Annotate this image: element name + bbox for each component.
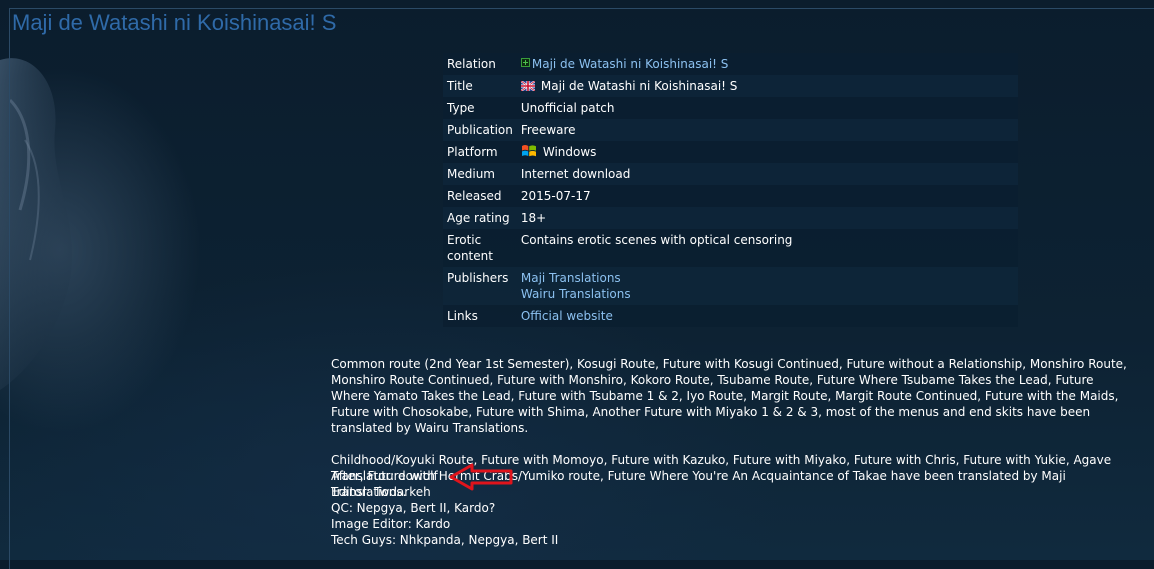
details-row-publication: Publication Freeware — [443, 119, 1018, 141]
publishers-label: Publishers — [443, 267, 517, 305]
erotic-label: Erotic content — [443, 229, 517, 267]
details-row-erotic: Erotic content Contains erotic scenes wi… — [443, 229, 1018, 267]
official-website-link[interactable]: Official website — [521, 309, 613, 323]
page-title: Maji de Watashi ni Koishinasai! S — [12, 10, 337, 35]
platform-value: Windows — [542, 145, 597, 159]
relation-label: Relation — [443, 53, 517, 75]
type-value: Unofficial patch — [516, 97, 1018, 119]
age-rating-value: 18+ — [516, 207, 1018, 229]
details-row-title: Title Maji de Watashi ni Koishinasai! S — [443, 75, 1018, 97]
title-value: Maji de Watashi ni Koishinasai! S — [540, 79, 738, 93]
release-details-table: Relation Maji de Watashi ni Koishinasai!… — [443, 53, 1018, 327]
released-label: Released — [443, 185, 517, 207]
red-arrow-icon — [449, 463, 513, 491]
title-label: Title — [443, 75, 517, 97]
credit-editor: Editor: Twdarkeh — [331, 485, 431, 499]
publication-value: Freeware — [516, 119, 1018, 141]
links-label: Links — [443, 305, 517, 327]
details-row-links: Links Official website — [443, 305, 1018, 327]
details-row-released: Released 2015-07-17 — [443, 185, 1018, 207]
windows-icon — [521, 145, 536, 157]
relation-link[interactable]: Maji de Watashi ni Koishinasai! S — [532, 57, 729, 71]
details-row-medium: Medium Internet download — [443, 163, 1018, 185]
uk-flag-icon — [520, 81, 535, 91]
credit-translator: Translator: dowolf — [331, 469, 438, 483]
plus-icon[interactable] — [520, 58, 530, 67]
publisher-link-wairu[interactable]: Wairu Translations — [521, 287, 631, 301]
medium-label: Medium — [443, 163, 517, 185]
publication-label: Publication — [443, 119, 517, 141]
publisher-link-maji[interactable]: Maji Translations — [521, 271, 621, 285]
details-row-relation: Relation Maji de Watashi ni Koishinasai!… — [443, 53, 1018, 75]
description-paragraph: Common route (2nd Year 1st Semester), Ko… — [331, 357, 1127, 435]
details-row-age-rating: Age rating 18+ — [443, 207, 1018, 229]
type-label: Type — [443, 97, 517, 119]
platform-label: Platform — [443, 141, 517, 163]
details-row-type: Type Unofficial patch — [443, 97, 1018, 119]
released-value: 2015-07-17 — [516, 185, 1018, 207]
credit-qc: QC: Nepgya, Bert II, Kardo? — [331, 501, 496, 515]
credit-image-editor: Image Editor: Kardo — [331, 517, 451, 531]
details-row-platform: Platform Windows — [443, 141, 1018, 163]
medium-value: Internet download — [516, 163, 1018, 185]
credit-tech: Tech Guys: Nhkpanda, Nepgya, Bert II — [331, 533, 559, 547]
credits-block: Translator: dowolf Editor: Twdarkeh QC: … — [331, 468, 558, 548]
age-rating-label: Age rating — [443, 207, 517, 229]
erotic-value: Contains erotic scenes with optical cens… — [516, 229, 1018, 267]
details-row-publishers: Publishers Maji Translations Wairu Trans… — [443, 267, 1018, 305]
